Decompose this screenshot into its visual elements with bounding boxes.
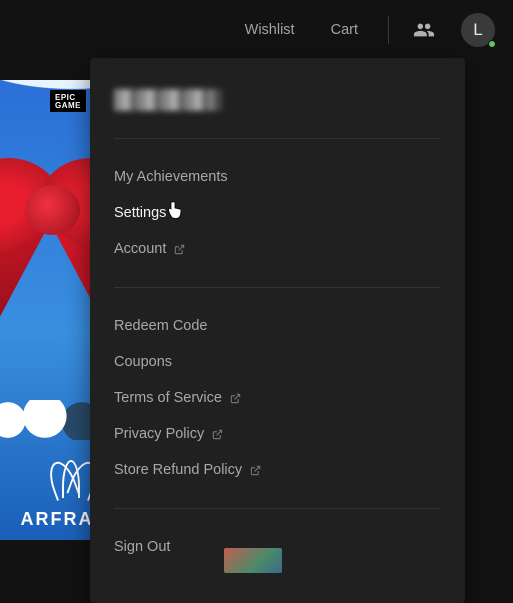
top-nav: Wishlist Cart L [0,0,513,60]
external-link-icon [174,244,185,255]
menu-item-label: Coupons [114,352,172,372]
menu-item-store-refund-policy[interactable]: Store Refund Policy [90,452,465,488]
avatar[interactable]: L [461,13,495,47]
menu-item-label: Terms of Service [114,388,222,408]
menu-group-account: My Achievements Settings Account [90,139,465,287]
wishlist-link[interactable]: Wishlist [231,22,309,38]
menu-item-label: Store Refund Policy [114,460,242,480]
content-thumbnail[interactable] [224,548,282,573]
menu-item-my-achievements[interactable]: My Achievements [90,159,465,195]
status-online-icon [488,40,496,48]
menu-group-signout: Sign Out [90,509,465,585]
menu-item-redeem-code[interactable]: Redeem Code [90,308,465,344]
menu-item-label: My Achievements [114,167,228,187]
username-display [114,86,441,114]
menu-item-account[interactable]: Account [90,231,465,267]
menu-item-label: Privacy Policy [114,424,204,444]
menu-item-privacy-policy[interactable]: Privacy Policy [90,416,465,452]
menu-item-terms-of-service[interactable]: Terms of Service [90,380,465,416]
menu-item-label: Redeem Code [114,316,208,336]
friends-icon[interactable] [405,19,443,41]
menu-group-store: Redeem Code Coupons Terms of Service Privac… [90,288,465,508]
cart-link[interactable]: Cart [317,22,372,38]
avatar-initial: L [473,20,482,40]
account-dropdown: My Achievements Settings Account Redeem Co… [90,58,465,603]
menu-item-label: Settings [114,203,166,223]
nav-divider [388,16,389,44]
menu-item-label: Account [114,239,166,259]
external-link-icon [212,429,223,440]
menu-item-settings[interactable]: Settings [90,195,465,231]
brand-badge: EPIC GAME [50,90,86,112]
external-link-icon [250,465,261,476]
menu-item-coupons[interactable]: Coupons [90,344,465,380]
username-redacted [114,89,214,111]
external-link-icon [230,393,241,404]
